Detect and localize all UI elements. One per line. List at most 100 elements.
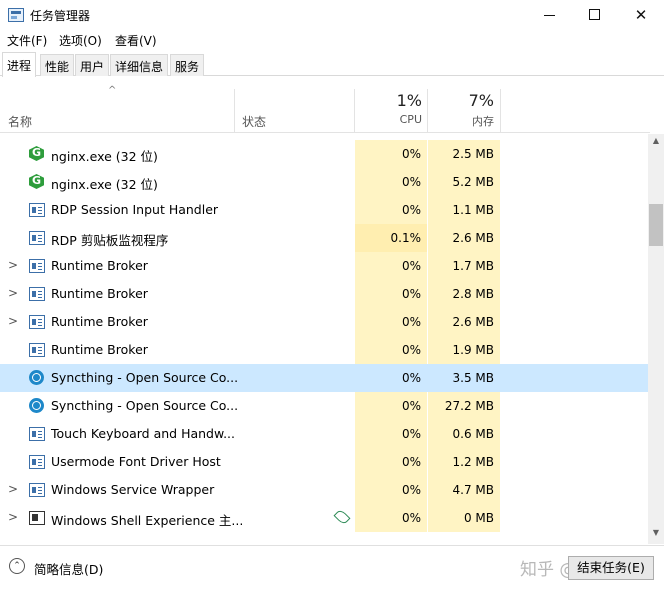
maximize-button[interactable] xyxy=(572,0,618,30)
close-button[interactable]: ✕ xyxy=(618,0,664,30)
task-manager-icon xyxy=(8,8,24,22)
sort-ascending-icon: ^ xyxy=(108,85,117,96)
process-cpu: 0% xyxy=(401,147,421,161)
syncthing-icon xyxy=(29,398,44,413)
app-icon xyxy=(29,455,45,469)
app-icon xyxy=(29,203,45,217)
chevron-up-icon[interactable]: ⌃ xyxy=(9,558,25,574)
process-name: Windows Service Wrapper xyxy=(51,482,215,497)
process-memory: 2.8 MB xyxy=(452,287,494,301)
memory-total-percent: 7% xyxy=(468,91,494,110)
process-row[interactable]: Usermode Font Driver Host 0% 1.2 MB xyxy=(0,448,650,476)
process-name: Runtime Broker xyxy=(51,342,148,357)
process-name: nginx.exe (32 位) xyxy=(51,149,158,164)
process-memory: 2.6 MB xyxy=(452,231,494,245)
close-icon: ✕ xyxy=(634,6,648,24)
process-cpu: 0% xyxy=(401,371,421,385)
process-memory: 5.2 MB xyxy=(452,175,494,189)
process-row[interactable]: Runtime Broker 0% 1.9 MB xyxy=(0,336,650,364)
scroll-down-icon[interactable]: ▼ xyxy=(648,528,664,537)
process-memory: 3.5 MB xyxy=(452,371,494,385)
expand-chevron-icon[interactable]: > xyxy=(8,510,18,524)
maximize-icon xyxy=(589,9,600,20)
process-row[interactable]: nginx.exe (32 位) 0% 5.2 MB xyxy=(0,168,650,196)
scroll-thumb[interactable] xyxy=(649,204,663,246)
tab-services[interactable]: 服务 xyxy=(170,54,205,76)
process-cpu: 0% xyxy=(401,203,421,217)
nginx-icon xyxy=(29,174,44,189)
app-icon xyxy=(29,231,45,245)
process-cpu: 0% xyxy=(401,427,421,441)
expand-chevron-icon[interactable]: > xyxy=(8,286,18,300)
process-cpu: 0% xyxy=(401,287,421,301)
app-icon xyxy=(29,483,45,497)
tab-details[interactable]: 详细信息 xyxy=(110,54,169,76)
column-divider[interactable] xyxy=(234,89,235,133)
process-row[interactable]: > Runtime Broker 0% 1.7 MB xyxy=(0,252,650,280)
process-name: RDP Session Input Handler xyxy=(51,202,219,217)
vertical-scrollbar[interactable]: ▲ ▼ xyxy=(648,134,664,544)
process-row[interactable]: RDP Session Input Handler 0% 1.1 MB xyxy=(0,196,650,224)
minimize-icon xyxy=(544,15,555,16)
column-status[interactable]: 状态 xyxy=(242,113,266,130)
process-cpu: 0% xyxy=(401,511,421,525)
process-cpu: 0% xyxy=(401,175,421,189)
expand-chevron-icon[interactable]: > xyxy=(8,482,18,496)
process-row[interactable]: Syncthing - Open Source Co... 0% 3.5 MB xyxy=(0,364,650,392)
process-name: Syncthing - Open Source Co... xyxy=(51,370,239,385)
column-header: ^ 名称 状态 1% CPU 7% 内存 xyxy=(0,77,650,133)
end-task-button[interactable]: 结束任务(E) xyxy=(568,556,654,580)
tab-bar: 进程 性能 用户 详细信息 服务 xyxy=(0,52,664,77)
scroll-up-icon[interactable]: ▲ xyxy=(648,136,664,145)
process-row[interactable]: nginx.exe (32 位) 0% 2.5 MB xyxy=(0,140,650,168)
expand-chevron-icon[interactable]: > xyxy=(8,258,18,272)
process-cpu: 0.1% xyxy=(390,231,422,245)
process-row[interactable]: > Windows Service Wrapper 0% 4.7 MB xyxy=(0,476,650,504)
process-cpu: 0% xyxy=(401,259,421,273)
tab-performance[interactable]: 性能 xyxy=(40,54,75,76)
tab-users[interactable]: 用户 xyxy=(75,54,110,76)
process-cpu: 0% xyxy=(401,315,421,329)
process-name: Touch Keyboard and Handw... xyxy=(51,426,235,441)
process-cpu: 0% xyxy=(401,399,421,413)
nginx-icon xyxy=(29,146,44,161)
process-row[interactable]: > Windows Shell Experience 主... 0% 0 MB xyxy=(0,504,650,532)
shell-icon xyxy=(29,511,45,525)
process-memory: 2.6 MB xyxy=(452,315,494,329)
process-name: nginx.exe (32 位) xyxy=(51,177,158,192)
process-name: Runtime Broker xyxy=(51,314,148,329)
app-icon xyxy=(29,287,45,301)
process-cpu: 0% xyxy=(401,455,421,469)
process-cpu: 0% xyxy=(401,343,421,357)
window-title: 任务管理器 xyxy=(30,9,91,23)
process-name: Runtime Broker xyxy=(51,286,148,301)
column-divider[interactable] xyxy=(500,89,501,133)
process-memory: 1.9 MB xyxy=(452,343,494,357)
process-memory: 2.5 MB xyxy=(452,147,494,161)
fewer-details-link[interactable]: 简略信息(D) xyxy=(34,559,103,578)
process-row[interactable]: Syncthing - Open Source Co... 0% 27.2 MB xyxy=(0,392,650,420)
process-row[interactable]: Touch Keyboard and Handw... 0% 0.6 MB xyxy=(0,420,650,448)
process-name: Runtime Broker xyxy=(51,258,148,273)
tab-processes[interactable]: 进程 xyxy=(2,52,37,77)
process-row[interactable]: > Runtime Broker 0% 2.8 MB xyxy=(0,280,650,308)
app-icon xyxy=(29,427,45,441)
expand-chevron-icon[interactable]: > xyxy=(8,314,18,328)
column-divider[interactable] xyxy=(354,89,355,133)
cpu-total-percent: 1% xyxy=(396,91,422,110)
menu-file[interactable]: 文件(F) xyxy=(7,32,47,49)
process-memory: 1.7 MB xyxy=(452,259,494,273)
app-icon xyxy=(29,259,45,273)
process-row[interactable]: > Runtime Broker 0% 2.6 MB xyxy=(0,308,650,336)
menu-options[interactable]: 选项(O) xyxy=(59,32,102,49)
menu-bar: 文件(F) 选项(O) 查看(V) xyxy=(0,30,664,50)
title-bar: 任务管理器 ✕ xyxy=(0,0,664,30)
column-name[interactable]: 名称 xyxy=(8,113,32,130)
minimize-button[interactable] xyxy=(527,0,573,30)
column-cpu[interactable]: CPU xyxy=(356,113,422,126)
column-memory[interactable]: 内存 xyxy=(428,113,494,129)
footer: ⌃ 简略信息(D) 知乎 @工程师 结束任务(E) xyxy=(0,545,664,591)
menu-view[interactable]: 查看(V) xyxy=(115,32,157,49)
process-row[interactable]: RDP 剪贴板监视程序 0.1% 2.6 MB xyxy=(0,224,650,252)
process-name: RDP 剪贴板监视程序 xyxy=(51,233,169,248)
